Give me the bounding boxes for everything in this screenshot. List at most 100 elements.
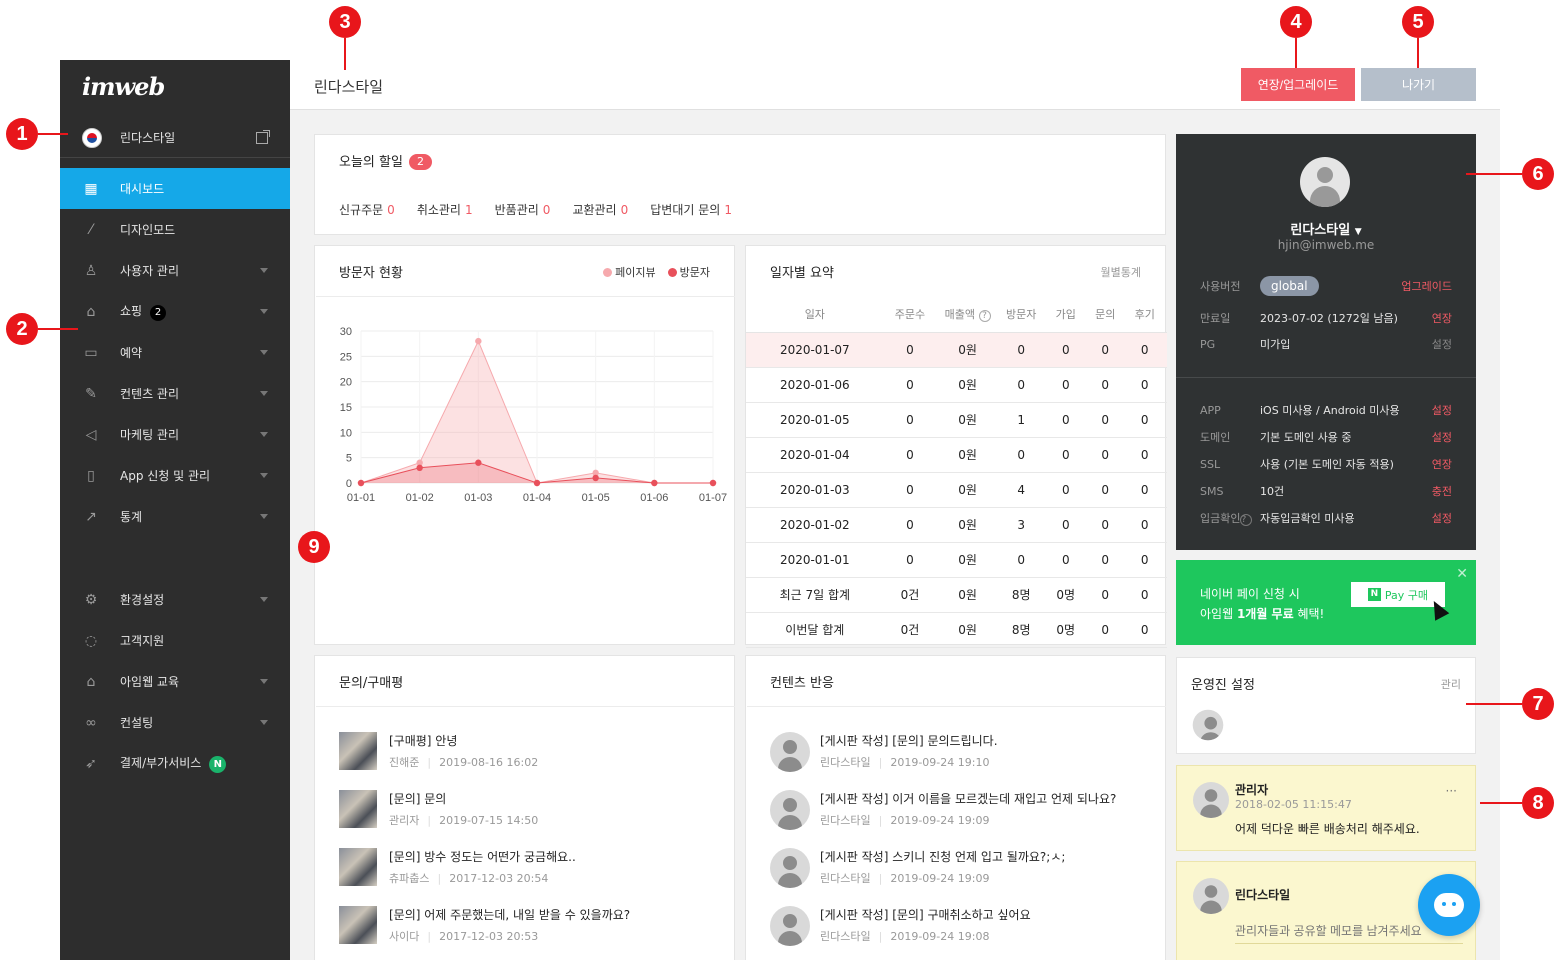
table-cell: 0 [1122, 472, 1167, 508]
table-row: 2020-01-01 0 0원 0 0 0 0 [746, 542, 1167, 578]
chart-legend: 페이지뷰 방문자 [603, 264, 710, 280]
sidebar-item-users[interactable]: ♙ 사용자 관리 [60, 250, 290, 291]
sidebar-item-reservation[interactable]: ▭ 예약 [60, 332, 290, 373]
y-tick-label: 15 [340, 402, 352, 414]
table-cell: 0 [1088, 437, 1123, 473]
sidebar-item-design-mode[interactable]: ⁄ 디자인모드 [60, 209, 290, 250]
list-item[interactable]: [구매평] 안녕 진해준 | 2019-08-16 16:02 [339, 732, 538, 770]
legend-visitors[interactable]: 방문자 [667, 264, 710, 280]
list-item[interactable]: [문의] 방수 정도는 어떤가 궁금해요.. 츄파춥스 | 2017-12-03 2… [339, 848, 576, 886]
mobile-icon: ▯ [87, 467, 95, 484]
chevron-down-icon [260, 597, 268, 602]
table-cell: 0 [1122, 367, 1167, 403]
list-item[interactable]: [게시판 작성] [문의] 문의드립니다. 린다스타일 | 2019-09-24 1… [770, 732, 998, 772]
more-options-icon[interactable]: ··· [1446, 784, 1457, 798]
app-settings-link[interactable]: 설정 [1432, 402, 1452, 418]
legend-pageviews[interactable]: 페이지뷰 [603, 264, 656, 280]
external-link-icon[interactable] [256, 129, 270, 144]
help-icon[interactable]: ? [1240, 514, 1253, 526]
exit-button[interactable]: 나가기 [1361, 68, 1476, 101]
site-selector[interactable]: 린다스타일 [60, 118, 290, 158]
todo-cancellations[interactable]: 취소관리 1 [417, 201, 473, 218]
annotation-line-2 [38, 328, 78, 330]
sidebar-item-contents[interactable]: ✎ 컨텐츠 관리 [60, 373, 290, 414]
monthly-stats-link[interactable]: 월별통계 [1101, 264, 1141, 280]
row-key: 도메인 [1200, 431, 1231, 444]
table-cell: 0 [883, 437, 937, 473]
domain-settings-link[interactable]: 설정 [1432, 429, 1452, 445]
card-divider [747, 706, 1166, 707]
help-icon[interactable]: ? [978, 309, 991, 322]
product-thumbnail [339, 848, 377, 886]
graduation-cap-icon: ⌂ [86, 673, 96, 690]
profile-name-dropdown[interactable]: 린다스타일 ▼ [1176, 219, 1476, 238]
sms-charge-link[interactable]: 충전 [1432, 483, 1452, 499]
sidebar-item-label: App 신청 및 관리 [120, 469, 211, 483]
product-thumbnail [339, 732, 377, 770]
operators-manage-link[interactable]: 관리 [1441, 676, 1461, 692]
dashboard-icon: ▦ [84, 180, 98, 197]
sidebar-item-app[interactable]: ▯ App 신청 및 관리 [60, 455, 290, 496]
table-cell: 0 [1088, 577, 1123, 613]
chat-icon [1434, 893, 1464, 917]
memo-author: 관리자 [1235, 783, 1269, 797]
todo-exchanges[interactable]: 교환관리 0 [572, 201, 628, 218]
todo-list: 신규주문 0 취소관리 1 반품관리 0 교환관리 0 답변대기 문의 1 [339, 201, 732, 218]
list-item[interactable]: [문의] 문의 관리자 | 2019-07-15 14:50 [339, 790, 538, 828]
profile-avatar[interactable] [1300, 157, 1350, 207]
operators-title: 운영진 설정 [1191, 678, 1255, 693]
extend-upgrade-button[interactable]: 연장/업그레이드 [1241, 68, 1355, 101]
row-value: 자동입금확인 미사용 [1260, 512, 1355, 525]
list-item-title: [문의] 문의 [389, 792, 447, 806]
sidebar-item-consulting[interactable]: ∞ 컨설팅 [60, 702, 290, 743]
table-cell: 0 [1122, 437, 1167, 473]
todo-returns[interactable]: 반품관리 0 [495, 201, 551, 218]
sidebar-item-education[interactable]: ⌂ 아임웹 교육 [60, 661, 290, 702]
topbar: 린다스타일 연장/업그레이드 나가기 [290, 60, 1500, 110]
upgrade-link[interactable]: 업그레이드 [1401, 278, 1452, 294]
list-item[interactable]: [게시판 작성] 스키니 진청 언제 입고 될까요?;ㅅ; 린다스타일 | 2019… [770, 848, 1065, 888]
operator-avatar[interactable] [1192, 709, 1224, 741]
sidebar-item-label: 디자인모드 [120, 223, 176, 237]
naver-pay-banner[interactable]: 네이버 페이 신청 시 아임웹 1개월 무료 혜택! N Pay 구매 ✕ [1176, 560, 1476, 645]
list-item[interactable]: [게시판 작성] [문의] 구매취소하고 싶어요 린다스타일 | 2019-09-2… [770, 906, 1031, 946]
chat-button[interactable] [1418, 874, 1480, 936]
sidebar-item-support[interactable]: ◌ 고객지원 [60, 620, 290, 661]
sidebar-item-dashboard[interactable]: ▦ 대시보드 [60, 168, 290, 209]
annotation-line-4 [1295, 38, 1297, 68]
sidebar-item-shopping[interactable]: ⌂ 쇼핑 2 [60, 291, 290, 332]
avatar [770, 790, 810, 830]
x-tick-label: 01-01 [347, 492, 375, 504]
chevron-down-icon [260, 432, 268, 437]
service-row-sms: SMS 10건 충전 [1200, 483, 1452, 499]
visitor-chart: 0 5 10 15 20 25 30 01-01 01-02 01-03 01-04 01-05 01-… [340, 326, 727, 504]
deposit-settings-link[interactable]: 설정 [1432, 510, 1452, 526]
data-point [533, 479, 541, 487]
sidebar-item-label: 사용자 관리 [120, 264, 180, 278]
imweb-logo[interactable]: imweb [82, 72, 165, 101]
ssl-extend-link[interactable]: 연장 [1432, 456, 1452, 472]
sidebar-item-billing[interactable]: ➶ 결제/부가서비스 N [60, 743, 290, 784]
table-row: 2020-01-06 0 0원 0 0 0 0 [746, 367, 1167, 403]
table-cell: 0건 [883, 577, 937, 613]
sidebar-item-marketing[interactable]: ◁ 마케팅 관리 [60, 414, 290, 455]
content-reactions-title: 컨텐츠 반응 [770, 676, 834, 691]
list-item-title: [게시판 작성] 스키니 진청 언제 입고 될까요?;ㅅ; [820, 850, 1066, 864]
extend-link[interactable]: 연장 [1432, 310, 1452, 326]
list-item[interactable]: [게시판 작성] 이거 이름을 모르겠는데 재입고 언제 되나요? 린다스타일 |… [770, 790, 1116, 830]
table-cell: 최근 7일 합계 [746, 577, 884, 613]
pg-settings-link[interactable]: 설정 [1432, 336, 1452, 352]
row-key: PG [1200, 337, 1216, 351]
sidebar-item-settings[interactable]: ⚙ 환경설정 [60, 579, 290, 620]
sidebar: imweb 린다스타일 ▦ 대시보드 ⁄ 디자인모드 ♙ 사용자 관리 ⌂ 쇼핑… [60, 60, 290, 960]
todo-new-orders[interactable]: 신규주문 0 [339, 201, 395, 218]
close-icon[interactable]: ✕ [1456, 566, 1468, 582]
avatar [1193, 878, 1229, 914]
table-cell: 0 [1088, 542, 1123, 578]
row-value: iOS 미사용 / Android 미사용 [1260, 404, 1400, 417]
todo-pending-inquiries[interactable]: 답변대기 문의 1 [650, 201, 732, 218]
table-cell: 0 [883, 542, 937, 578]
sidebar-item-statistics[interactable]: ↗ 통계 [60, 496, 290, 537]
list-item[interactable]: [문의] 어제 주문했는데, 내일 받을 수 있을까요? 사이다 | 2017-12… [339, 906, 630, 944]
